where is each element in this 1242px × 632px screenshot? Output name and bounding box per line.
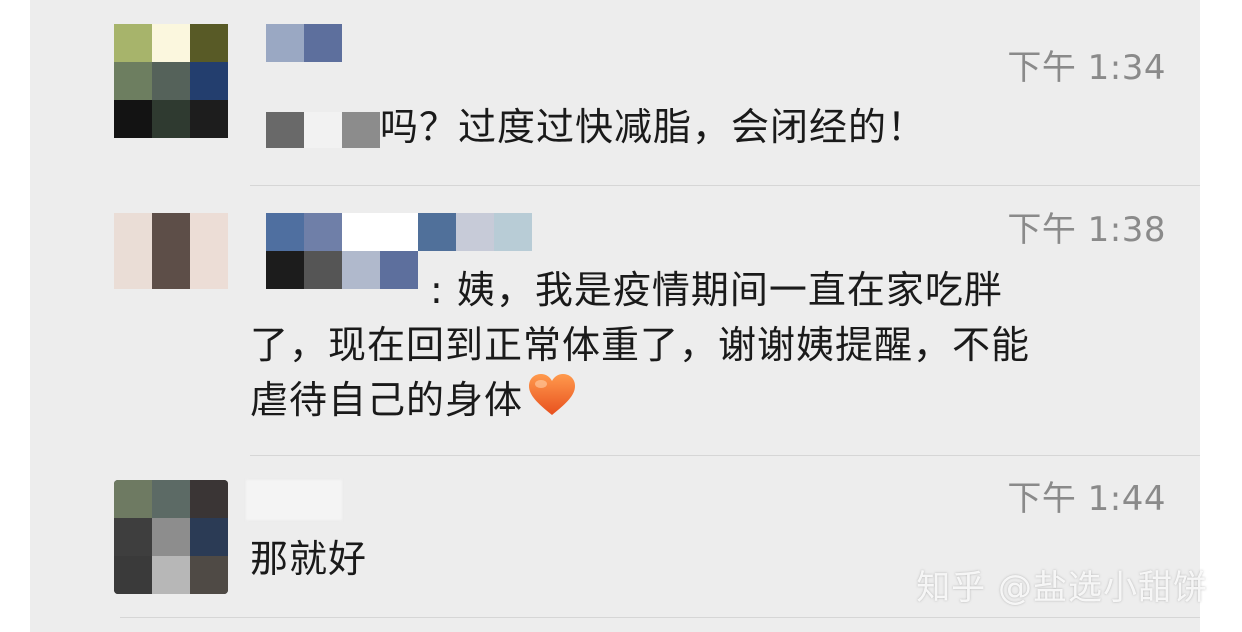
- message-time: 下午 1:34: [1007, 48, 1166, 88]
- divider: [250, 185, 1200, 186]
- message-time: 下午 1:38: [1007, 210, 1166, 250]
- avatar[interactable]: [114, 24, 228, 138]
- message-line: 了，现在回到正常体重了，谢谢姨提醒，不能: [250, 323, 1031, 367]
- message-line: 吗？过度过快减脂，会闭经的！: [380, 105, 927, 149]
- message-text: 吗？过度过快减脂，会闭经的！: [266, 100, 926, 155]
- message-time: 下午 1:44: [1007, 479, 1166, 519]
- avatar[interactable]: [114, 480, 228, 594]
- message-line: : 姨，我是疫情期间一直在家吃胖: [430, 268, 1003, 312]
- message-line: 那就好: [250, 537, 368, 581]
- sender-name-redacted: [266, 24, 342, 62]
- watermark: 知乎 @盐选小甜饼: [916, 568, 1208, 608]
- heart-icon: [527, 373, 577, 432]
- divider: [250, 455, 1200, 456]
- message-text: : 姨，我是疫情期间一直在家吃胖 了，现在回到正常体重了，谢谢姨提醒，不能 虐待…: [250, 263, 1030, 432]
- redacted-text: [266, 111, 380, 148]
- avatar[interactable]: [114, 213, 228, 289]
- message-line: 虐待自己的身体: [250, 378, 524, 422]
- divider: [120, 617, 1200, 618]
- sender-name-redacted: [246, 480, 342, 520]
- message-text: 那就好: [250, 532, 367, 587]
- sender-name-redacted: [266, 213, 532, 251]
